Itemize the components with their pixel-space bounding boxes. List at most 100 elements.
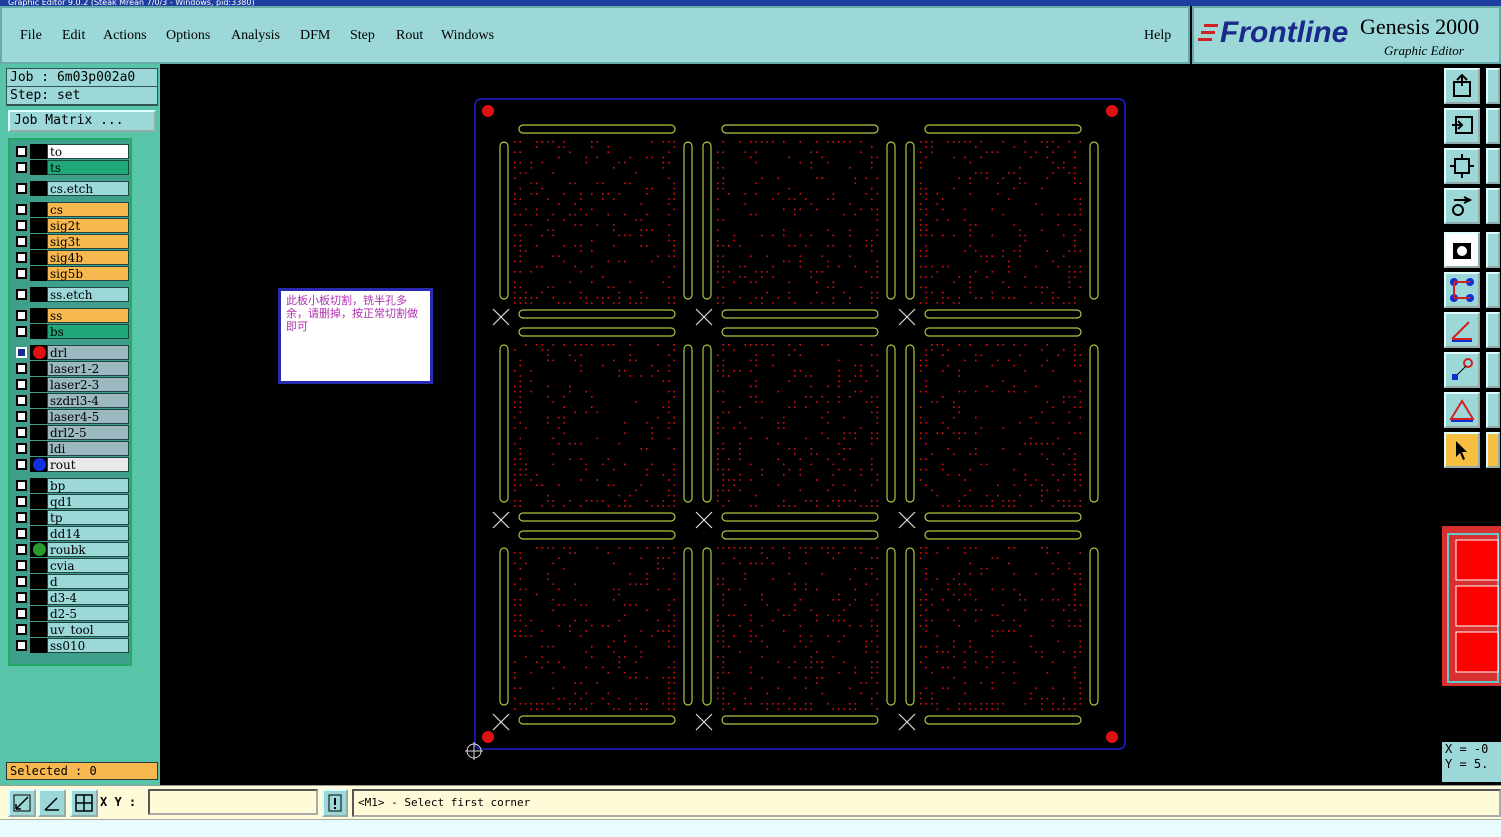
layer-name[interactable]: bp	[47, 478, 129, 493]
layer-name[interactable]: drl2-5	[47, 425, 129, 440]
fit-view-icon[interactable]	[1444, 148, 1480, 184]
layer-row-uv-tool[interactable]: uv_tool	[12, 622, 130, 637]
layer-name[interactable]: ss.etch	[47, 287, 129, 302]
layer-color-slot[interactable]	[30, 393, 47, 408]
layer-row-cs[interactable]: cs	[12, 202, 130, 217]
layer-row-sig3t[interactable]: sig3t	[12, 234, 130, 249]
layer-color-slot[interactable]	[30, 287, 47, 302]
layer-color-slot[interactable]	[30, 574, 47, 589]
layer-checkbox[interactable]	[16, 480, 27, 491]
layer-name[interactable]: tp	[47, 510, 129, 525]
layer-color-slot[interactable]	[30, 308, 47, 323]
layer-checkbox[interactable]	[16, 347, 27, 358]
layer-color-slot[interactable]	[30, 526, 47, 541]
layer-name[interactable]: cs	[47, 202, 129, 217]
layer-checkbox[interactable]	[16, 528, 27, 539]
menu-actions[interactable]: Actions	[103, 28, 147, 44]
toolbar-extra-6[interactable]	[1486, 272, 1500, 308]
layer-name[interactable]: rout	[47, 457, 129, 472]
layer-row-sig5b[interactable]: sig5b	[12, 266, 130, 281]
layer-color-slot[interactable]	[30, 638, 47, 653]
layer-color-slot[interactable]	[30, 494, 47, 509]
layer-name[interactable]: laser1-2	[47, 361, 129, 376]
layer-color-slot[interactable]	[30, 234, 47, 249]
layer-name[interactable]: szdrl3-4	[47, 393, 129, 408]
layer-name[interactable]: sig5b	[47, 266, 129, 281]
layer-row-d3-4[interactable]: d3-4	[12, 590, 130, 605]
job-matrix-button[interactable]: Job Matrix ...	[8, 110, 156, 132]
layer-name[interactable]: ss010	[47, 638, 129, 653]
layer-checkbox[interactable]	[16, 268, 27, 279]
layer-row-d2-5[interactable]: d2-5	[12, 606, 130, 621]
layer-name[interactable]: uv_tool	[47, 622, 129, 637]
menu-rout[interactable]: Rout	[396, 28, 423, 44]
layer-checkbox[interactable]	[16, 236, 27, 247]
toolbar-extra-9[interactable]	[1486, 392, 1500, 428]
menu-step[interactable]: Step	[350, 28, 375, 44]
layer-row-ss010[interactable]: ss010	[12, 638, 130, 653]
measure-icon[interactable]	[1444, 188, 1480, 224]
triangle-icon[interactable]	[1444, 392, 1480, 428]
layer-color-slot[interactable]	[30, 377, 47, 392]
pcb-panel-view[interactable]	[160, 64, 1440, 785]
layer-name[interactable]: laser4-5	[47, 409, 129, 424]
layer-name[interactable]: ldi	[47, 441, 129, 456]
layer-checkbox[interactable]	[16, 326, 27, 337]
layer-row-dd14[interactable]: dd14	[12, 526, 130, 541]
menu-help[interactable]: Help	[1144, 28, 1171, 44]
layer-name[interactable]: cs.etch	[47, 181, 129, 196]
layer-color-slot[interactable]	[30, 478, 47, 493]
toolbar-extra-4[interactable]	[1486, 188, 1500, 224]
layer-name[interactable]: cvia	[47, 558, 129, 573]
layer-name[interactable]: dd14	[47, 526, 129, 541]
resize-icon[interactable]	[8, 789, 36, 817]
layer-row-ldi[interactable]: ldi	[12, 441, 130, 456]
layer-name[interactable]: sig4b	[47, 250, 129, 265]
annotation-note[interactable]: 此板小板切割，铣半孔多余，请删掉，按正常切割做即可	[278, 288, 433, 384]
layer-color-slot[interactable]	[30, 622, 47, 637]
toolbar-extra-2[interactable]	[1486, 108, 1500, 144]
layer-color-slot[interactable]	[30, 324, 47, 339]
menu-analysis[interactable]: Analysis	[231, 28, 280, 44]
layer-checkbox[interactable]	[16, 204, 27, 215]
layer-checkbox[interactable]	[16, 560, 27, 571]
layer-color-slot[interactable]	[30, 606, 47, 621]
toolbar-extra-10[interactable]	[1486, 432, 1500, 468]
layer-name[interactable]: sig3t	[47, 234, 129, 249]
layer-checkbox[interactable]	[16, 411, 27, 422]
layer-display-dot[interactable]	[33, 458, 46, 471]
toolbar-extra-8[interactable]	[1486, 352, 1500, 388]
layer-checkbox[interactable]	[16, 162, 27, 173]
layer-name[interactable]: bs	[47, 324, 129, 339]
layer-row-ts[interactable]: ts	[12, 160, 130, 175]
layer-display-dot[interactable]	[33, 543, 46, 556]
layer-row-d[interactable]: d	[12, 574, 130, 589]
layer-checkbox[interactable]	[16, 310, 27, 321]
layer-row-bs[interactable]: bs	[12, 324, 130, 339]
layer-color-slot[interactable]	[30, 250, 47, 265]
menu-edit[interactable]: Edit	[62, 28, 85, 44]
layer-checkbox[interactable]	[16, 183, 27, 194]
layer-color-slot[interactable]	[30, 218, 47, 233]
layer-checkbox[interactable]	[16, 640, 27, 651]
layer-checkbox[interactable]	[16, 252, 27, 263]
toolbar-extra-1[interactable]	[1486, 68, 1500, 104]
pointer-icon[interactable]	[1444, 432, 1480, 468]
layer-row-roubk[interactable]: roubk	[12, 542, 130, 557]
layer-color-slot[interactable]	[30, 160, 47, 175]
layer-row-cvia[interactable]: cvia	[12, 558, 130, 573]
xy-input[interactable]	[148, 789, 318, 815]
grid-icon[interactable]	[70, 789, 98, 817]
layer-row-ss[interactable]: ss	[12, 308, 130, 323]
layer-row-tp[interactable]: tp	[12, 510, 130, 525]
layer-name[interactable]: ts	[47, 160, 129, 175]
layer-row-sig4b[interactable]: sig4b	[12, 250, 130, 265]
layer-row-szdrl3-4[interactable]: szdrl3-4	[12, 393, 130, 408]
layer-color-slot[interactable]	[30, 441, 47, 456]
layer-checkbox[interactable]	[16, 544, 27, 555]
layer-color-slot[interactable]	[30, 510, 47, 525]
angle-snap-icon[interactable]	[38, 789, 66, 817]
toolbar-extra-5[interactable]	[1486, 232, 1500, 268]
layer-color-slot[interactable]	[30, 144, 47, 159]
layer-checkbox[interactable]	[16, 146, 27, 157]
